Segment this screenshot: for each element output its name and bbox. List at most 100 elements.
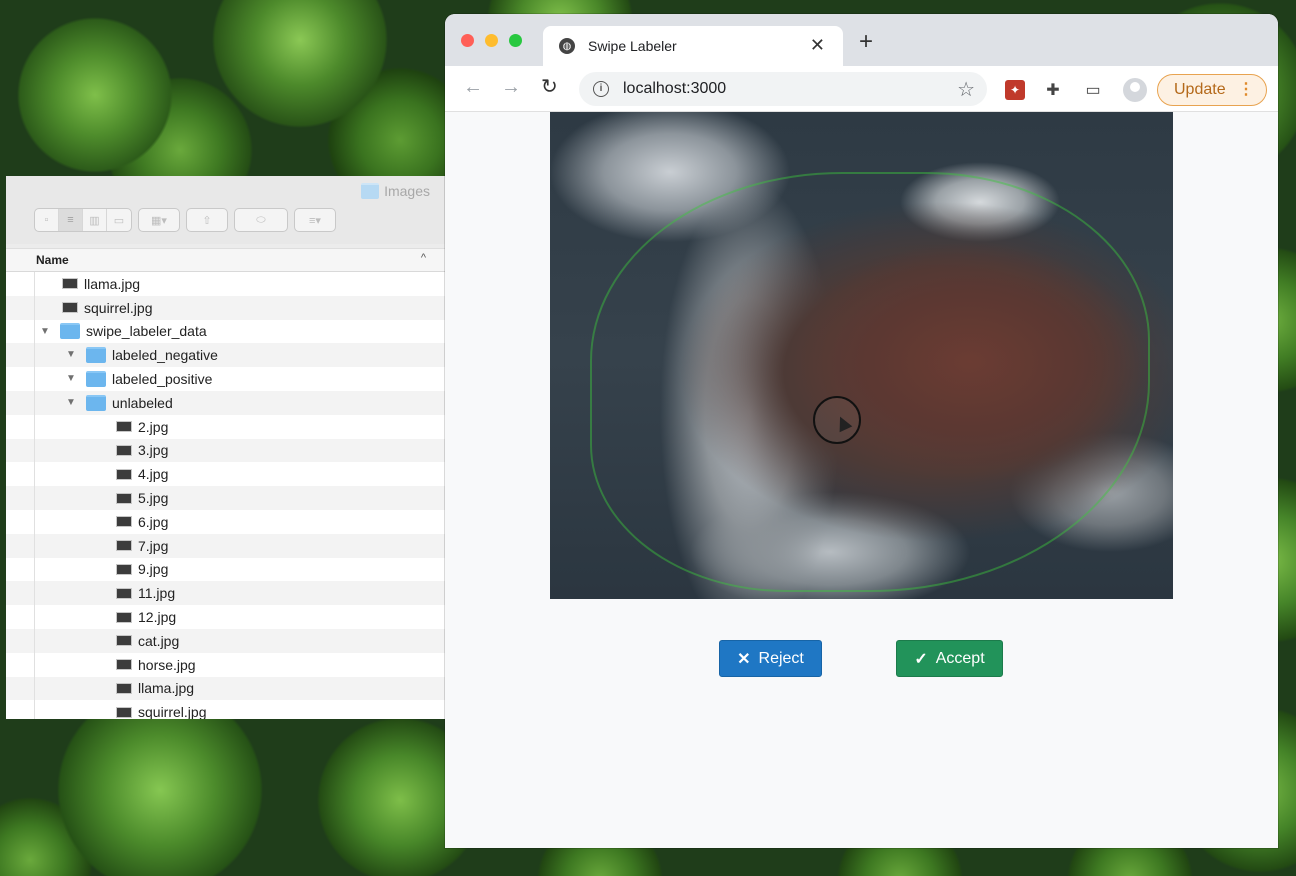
image-file-icon (116, 611, 132, 623)
file-row[interactable]: 5.jpg (6, 486, 446, 510)
update-label: Update (1174, 81, 1226, 98)
file-row[interactable]: 7.jpg (6, 533, 446, 558)
extensions-puzzle-icon[interactable]: ✚ (1043, 80, 1063, 100)
image-file-icon (62, 278, 78, 290)
accept-label: Accept (935, 649, 985, 667)
row-content: labeled_negative (86, 347, 218, 364)
reject-button[interactable]: ✕ Reject (719, 640, 822, 677)
page-viewport: ✕ Reject ✓ Accept (445, 112, 1278, 848)
minimize-window-button[interactable] (485, 34, 498, 47)
image-file-icon (116, 492, 132, 504)
image-file-icon (116, 587, 132, 599)
finder-column-header[interactable]: Name ^ (6, 248, 446, 272)
tag-icon[interactable]: ⬭ (235, 209, 287, 231)
file-row[interactable]: llama.jpg (6, 676, 446, 701)
row-label: labeled_negative (112, 347, 218, 364)
folder-row[interactable]: ▼ swipe_labeler_data (6, 319, 446, 344)
row-content: 5.jpg (116, 490, 168, 506)
file-row[interactable]: 11.jpg (6, 581, 446, 606)
row-label: squirrel.jpg (138, 704, 207, 719)
file-row[interactable]: 3.jpg (6, 438, 446, 463)
address-bar[interactable]: i localhost:3000 ☆ (579, 72, 987, 106)
file-row[interactable]: llama.jpg (6, 272, 446, 296)
tag-group: ⬭ (234, 208, 288, 232)
folder-icon (86, 371, 106, 388)
disclosure-triangle-icon[interactable]: ▼ (66, 397, 76, 408)
row-content: 7.jpg (116, 538, 168, 554)
icon-view-icon[interactable]: ▫ (35, 209, 59, 231)
row-label: 12.jpg (138, 609, 177, 626)
share-icon[interactable]: ⇧ (187, 209, 227, 231)
row-content: squirrel.jpg (116, 704, 206, 719)
action-menu-icon[interactable]: ≡▾ (295, 209, 335, 231)
folder-row[interactable]: ▼ labeled_negative (6, 343, 446, 368)
cast-icon[interactable]: ▭ (1083, 80, 1103, 100)
row-label: 5.jpg (138, 490, 169, 507)
image-file-icon (116, 540, 132, 552)
file-row[interactable]: 2.jpg (6, 414, 446, 439)
file-row[interactable]: squirrel.jpg (6, 700, 446, 719)
row-content: llama.jpg (116, 680, 194, 696)
column-view-icon[interactable]: ▥ (83, 209, 107, 231)
folder-icon (361, 183, 380, 199)
disclosure-triangle-icon[interactable]: ▼ (66, 349, 76, 360)
checkmark-icon: ✓ (914, 650, 928, 668)
row-content: 9.jpg (116, 561, 168, 577)
finder-title: Images (361, 183, 430, 199)
accept-button[interactable]: ✓ Accept (896, 640, 1003, 677)
group-by-group: ▦▾ (138, 208, 180, 232)
image-file-icon (116, 468, 132, 480)
forward-arrow-icon[interactable]: → (501, 76, 521, 98)
file-row[interactable]: 6.jpg (6, 509, 446, 534)
finder-titlebar: Images ▫ ≡ ▥ ▭ ▦▾ ⇧ ⬭ ≡▾ (6, 176, 446, 244)
file-row[interactable]: squirrel.jpg (6, 295, 446, 320)
tab-swipe-labeler[interactable]: ◍ Swipe Labeler ✕ (543, 26, 843, 66)
row-content: 2.jpg (116, 419, 168, 435)
info-icon[interactable]: i (593, 81, 609, 97)
image-file-icon (116, 659, 132, 671)
close-window-button[interactable] (461, 34, 474, 47)
row-content: unlabeled (86, 394, 173, 411)
image-file-icon (116, 706, 132, 718)
gallery-view-icon[interactable]: ▭ (107, 209, 131, 231)
finder-toolbar: ▫ ≡ ▥ ▭ ▦▾ ⇧ ⬭ ≡▾ (34, 208, 336, 232)
file-row[interactable]: 12.jpg (6, 605, 446, 629)
row-label: llama.jpg (84, 275, 141, 292)
row-label: labeled_positive (112, 371, 213, 388)
sort-chevron-icon: ^ (420, 252, 426, 264)
folder-icon (86, 347, 106, 364)
row-content: llama.jpg (62, 276, 140, 292)
reload-icon[interactable]: ↻ (541, 76, 558, 98)
folder-row[interactable]: ▼ unlabeled (6, 390, 446, 415)
update-button[interactable]: Update ⋮ (1157, 74, 1267, 106)
group-by-icon[interactable]: ▦▾ (139, 209, 179, 231)
row-content: 11.jpg (116, 585, 175, 601)
disclosure-triangle-icon[interactable]: ▼ (40, 326, 50, 337)
view-mode-group: ▫ ≡ ▥ ▭ (34, 208, 132, 232)
image-file-icon (116, 516, 132, 528)
file-row[interactable]: horse.jpg (6, 652, 446, 677)
row-label: 7.jpg (138, 537, 169, 554)
name-column-label: Name (36, 253, 69, 267)
menu-dots-icon: ⋮ (1238, 81, 1254, 98)
row-content: 6.jpg (116, 514, 168, 530)
image-file-icon (62, 302, 78, 314)
x-icon: ✕ (737, 650, 751, 668)
disclosure-triangle-icon[interactable]: ▼ (66, 373, 76, 384)
extension-icon[interactable]: ✦ (1005, 80, 1025, 100)
file-row[interactable]: 4.jpg (6, 462, 446, 487)
new-tab-button[interactable]: + (859, 30, 873, 54)
fullscreen-window-button[interactable] (509, 34, 522, 47)
folder-icon (86, 394, 106, 411)
back-arrow-icon[interactable]: ← (463, 76, 483, 98)
list-view-icon[interactable]: ≡ (59, 209, 83, 231)
profile-avatar[interactable] (1123, 78, 1147, 102)
satellite-image[interactable] (550, 112, 1173, 599)
file-row[interactable]: cat.jpg (6, 628, 446, 653)
image-file-icon (116, 563, 132, 575)
tab-close-icon[interactable]: ✕ (810, 35, 825, 56)
bookmark-star-icon[interactable]: ☆ (957, 77, 975, 102)
browser-window: ◍ Swipe Labeler ✕ + ← → ↻ i localhost:30… (445, 14, 1278, 848)
folder-row[interactable]: ▼ labeled_positive (6, 367, 446, 391)
file-row[interactable]: 9.jpg (6, 557, 446, 582)
